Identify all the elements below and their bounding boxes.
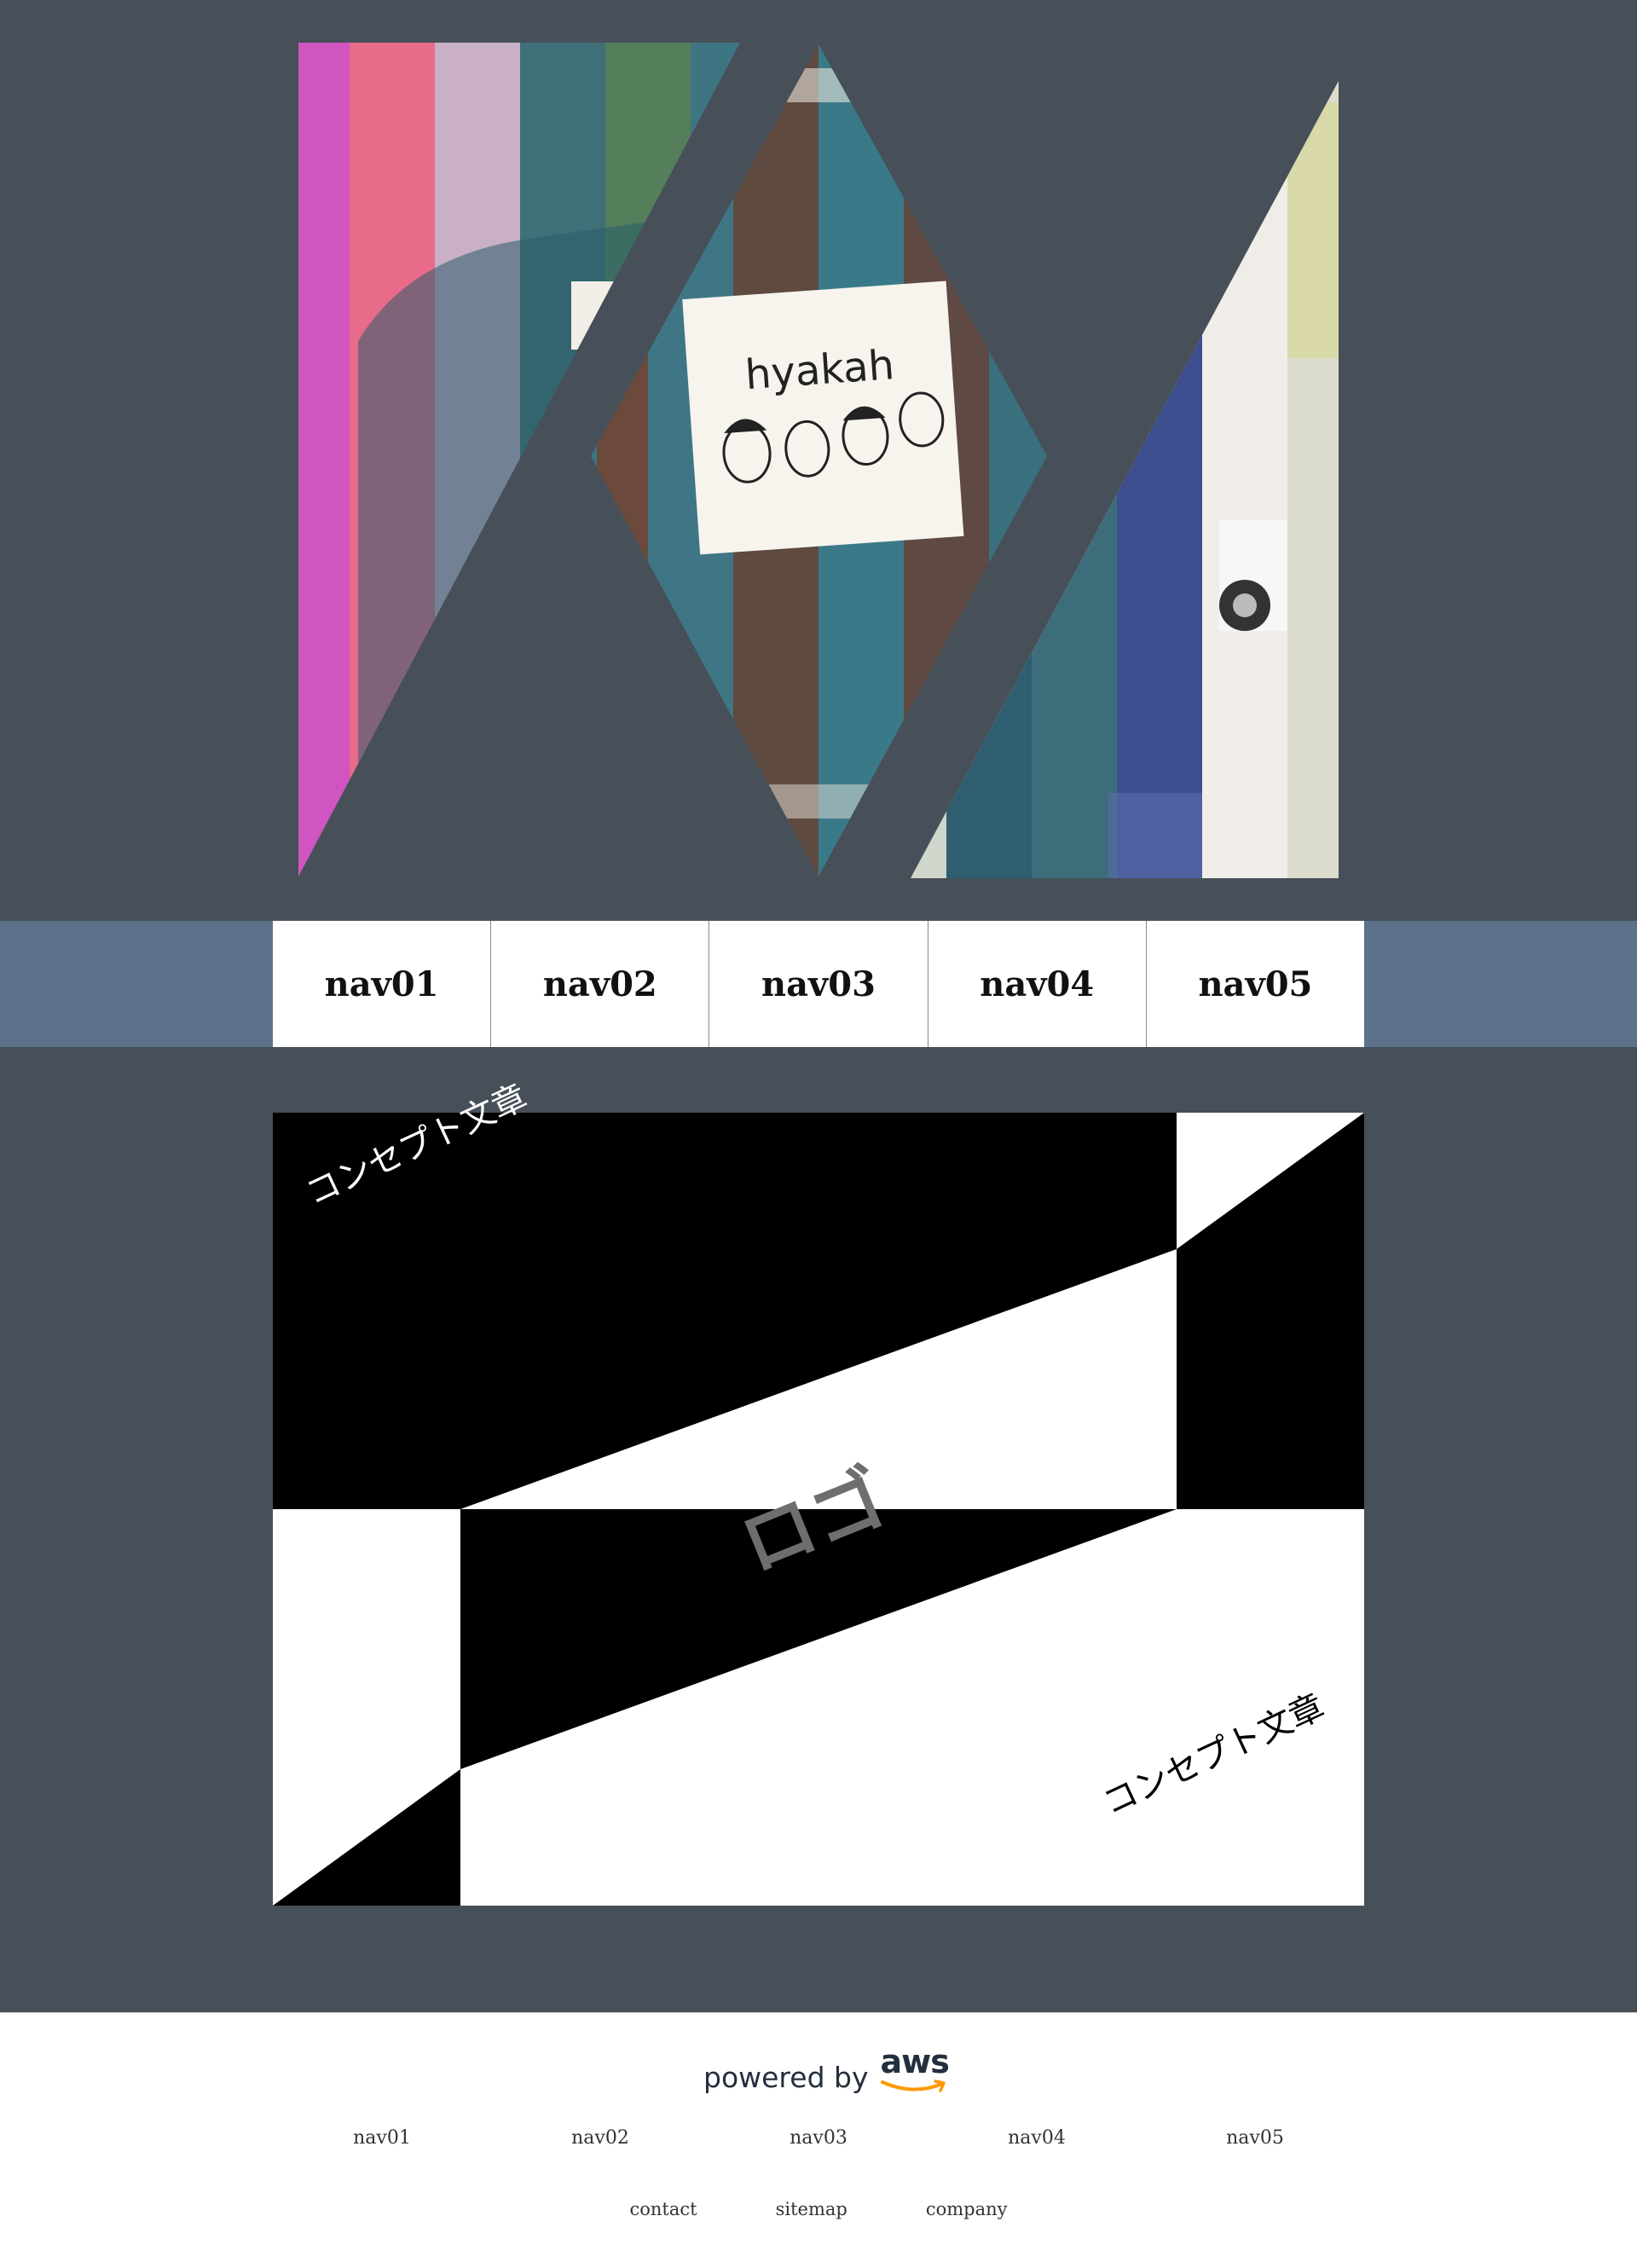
nav-item-04[interactable]: nav04: [927, 921, 1146, 1047]
powered-by-aws[interactable]: powered by aws: [703, 2043, 950, 2094]
footer-link-contact[interactable]: contact: [629, 2199, 697, 2219]
nav-item-02[interactable]: nav02: [490, 921, 709, 1047]
nav-list: nav01 nav02 nav03 nav04 nav05: [273, 921, 1364, 1047]
footer-nav-02[interactable]: nav02: [491, 2127, 709, 2149]
aws-smile-icon: [880, 2080, 946, 2092]
footer-nav-05[interactable]: nav05: [1146, 2127, 1364, 2149]
nav-item-05[interactable]: nav05: [1145, 921, 1364, 1047]
footer: powered by aws nav01 nav02 nav03 nav04 n…: [0, 2012, 1637, 2268]
nav-item-03[interactable]: nav03: [709, 921, 927, 1047]
hero-image: hyakah: [298, 43, 1339, 878]
hero-collage: hyakah: [0, 0, 1637, 921]
footer-nav-01[interactable]: nav01: [273, 2127, 491, 2149]
aws-logo: aws: [880, 2043, 950, 2094]
footer-nav-04[interactable]: nav04: [928, 2127, 1146, 2149]
footer-link-sitemap[interactable]: sitemap: [776, 2199, 847, 2219]
nav-item-01[interactable]: nav01: [273, 921, 490, 1047]
footer-nav-03[interactable]: nav03: [709, 2127, 928, 2149]
footer-links: contact sitemap company: [0, 2199, 1637, 2219]
footer-nav: nav01 nav02 nav03 nav04 nav05: [273, 2127, 1364, 2149]
concept-panel: コンセプト文章 ロゴ コンセプト文章: [273, 1077, 1364, 1906]
footer-link-company[interactable]: company: [926, 2199, 1008, 2219]
powered-by-text: powered by: [703, 2061, 869, 2094]
aws-logo-text: aws: [880, 2043, 950, 2080]
main-navbar: nav01 nav02 nav03 nav04 nav05: [0, 921, 1637, 1047]
